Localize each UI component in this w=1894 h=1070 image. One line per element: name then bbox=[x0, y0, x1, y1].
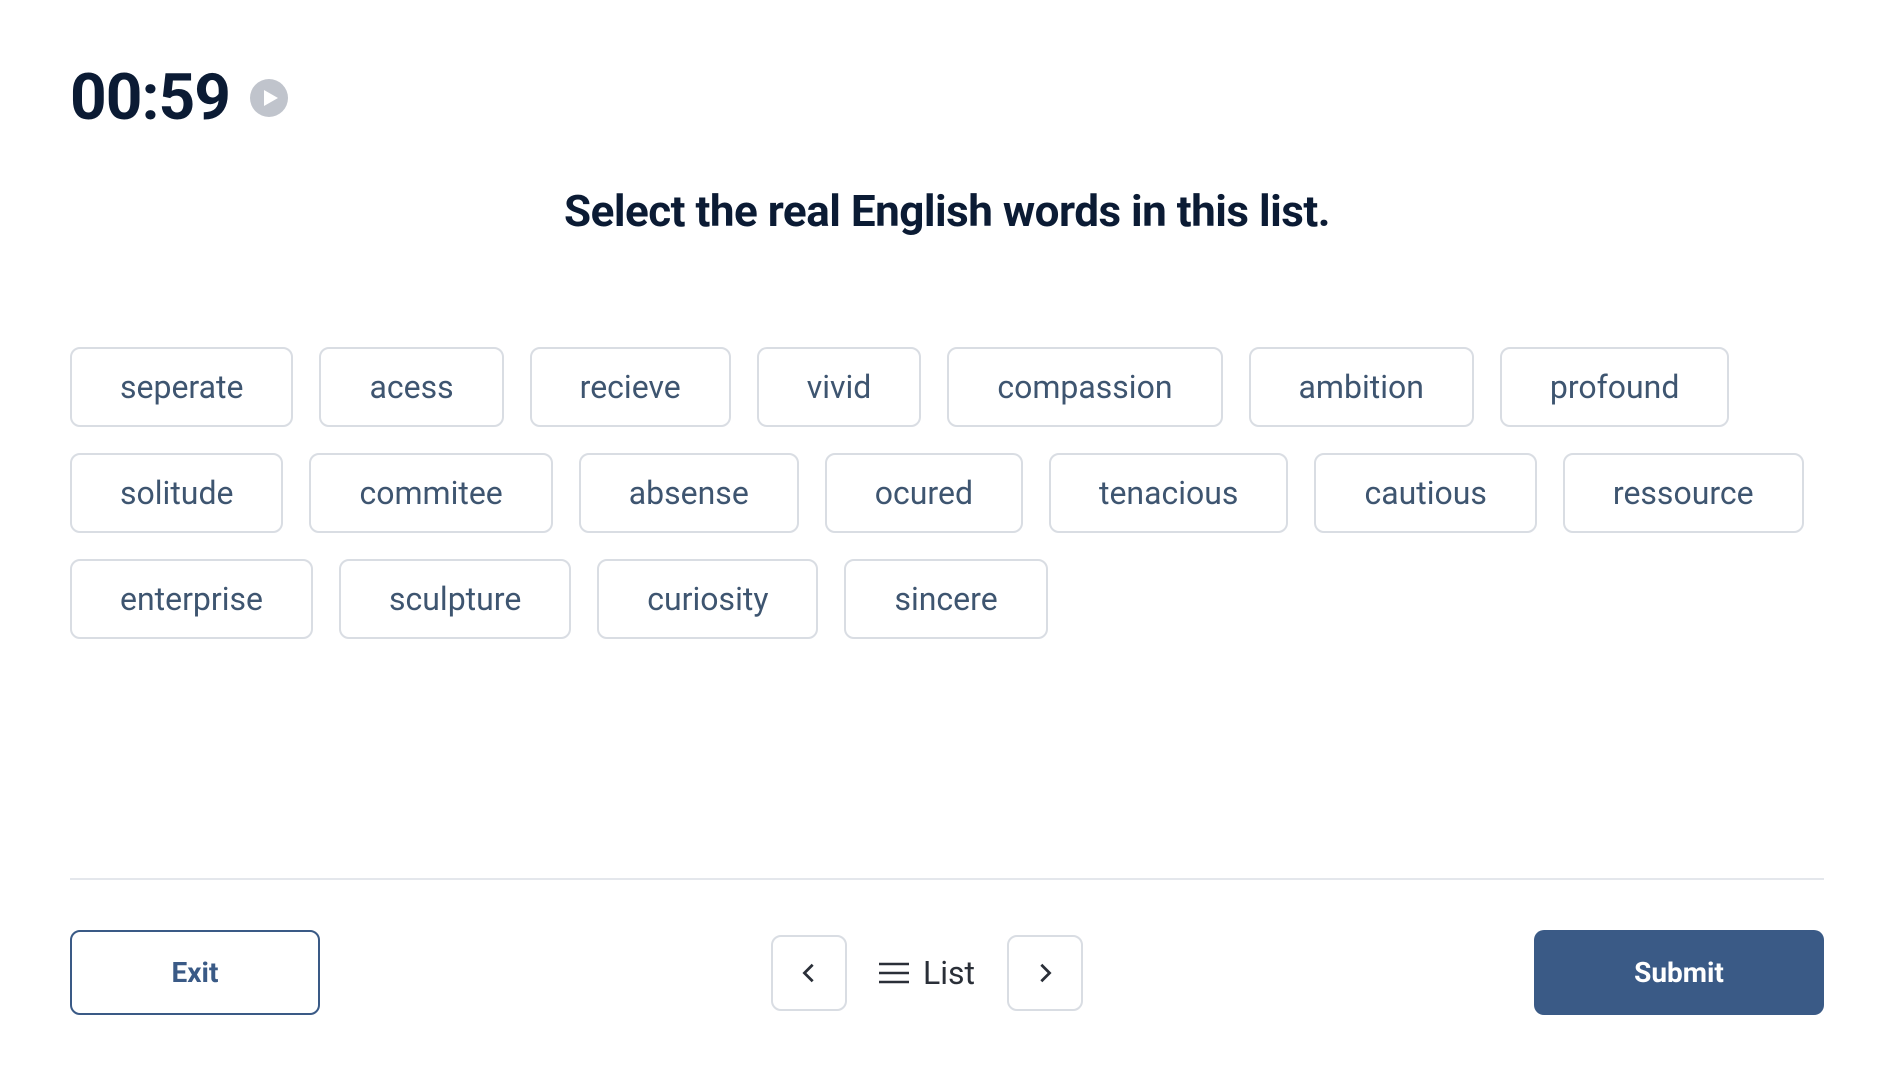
nav-center: List bbox=[771, 935, 1083, 1011]
word-chip[interactable]: recieve bbox=[530, 347, 731, 427]
word-chip[interactable]: absense bbox=[579, 453, 799, 533]
list-label: List bbox=[923, 954, 975, 992]
list-button[interactable]: List bbox=[869, 954, 985, 992]
next-button[interactable] bbox=[1007, 935, 1083, 1011]
footer-bar: Exit List Submit bbox=[70, 878, 1824, 1015]
list-icon bbox=[879, 961, 909, 985]
chevron-left-icon bbox=[798, 962, 820, 984]
question-prompt: Select the real English words in this li… bbox=[70, 185, 1824, 237]
timer-display: 00:59 bbox=[70, 60, 230, 135]
chevron-right-icon bbox=[1034, 962, 1056, 984]
word-chip[interactable]: ocured bbox=[825, 453, 1023, 533]
word-chip[interactable]: compassion bbox=[947, 347, 1222, 427]
word-chip[interactable]: seperate bbox=[70, 347, 293, 427]
word-chip[interactable]: profound bbox=[1500, 347, 1729, 427]
word-chip[interactable]: sincere bbox=[844, 559, 1047, 639]
submit-button[interactable]: Submit bbox=[1534, 930, 1824, 1015]
word-chip[interactable]: commitee bbox=[309, 453, 552, 533]
play-icon[interactable] bbox=[250, 79, 288, 117]
word-chip[interactable]: vivid bbox=[757, 347, 922, 427]
prev-button[interactable] bbox=[771, 935, 847, 1011]
word-chip[interactable]: ressource bbox=[1563, 453, 1804, 533]
word-chip[interactable]: enterprise bbox=[70, 559, 313, 639]
exit-button[interactable]: Exit bbox=[70, 930, 320, 1015]
word-list: seperate acess recieve vivid compassion … bbox=[70, 347, 1824, 639]
word-chip[interactable]: cautious bbox=[1314, 453, 1536, 533]
word-chip[interactable]: acess bbox=[319, 347, 503, 427]
word-chip[interactable]: sculpture bbox=[339, 559, 571, 639]
word-chip[interactable]: solitude bbox=[70, 453, 283, 533]
timer-row: 00:59 bbox=[70, 60, 1824, 135]
word-chip[interactable]: curiosity bbox=[597, 559, 818, 639]
word-chip[interactable]: ambition bbox=[1249, 347, 1474, 427]
word-chip[interactable]: tenacious bbox=[1049, 453, 1288, 533]
